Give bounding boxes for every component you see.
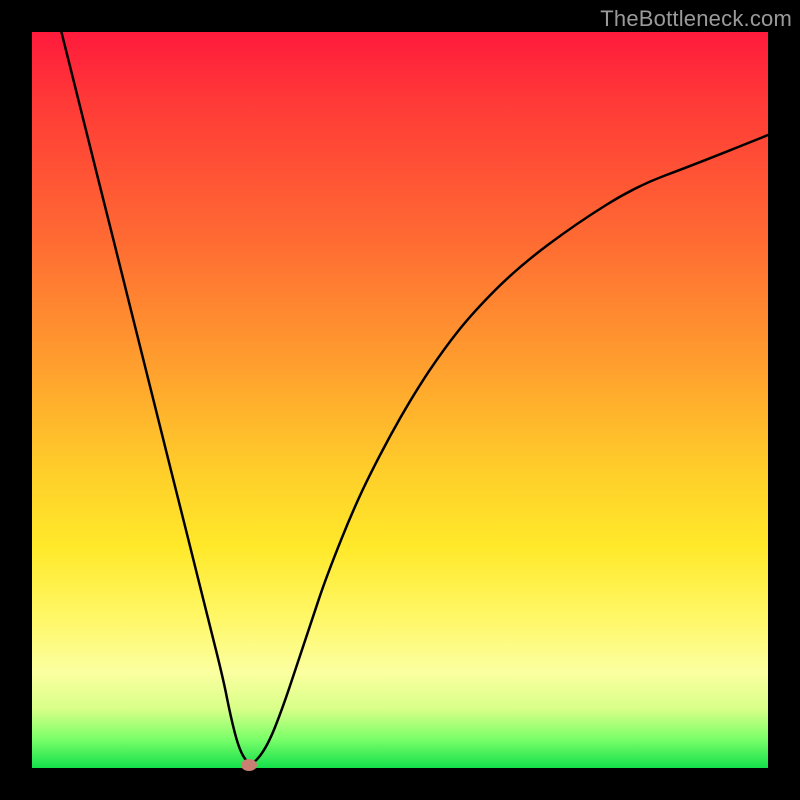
minimum-marker	[241, 759, 257, 771]
watermark-text: TheBottleneck.com	[600, 6, 792, 32]
bottleneck-curve	[32, 32, 768, 768]
plot-area	[32, 32, 768, 768]
curve-path	[61, 32, 768, 763]
chart-frame: TheBottleneck.com	[0, 0, 800, 800]
